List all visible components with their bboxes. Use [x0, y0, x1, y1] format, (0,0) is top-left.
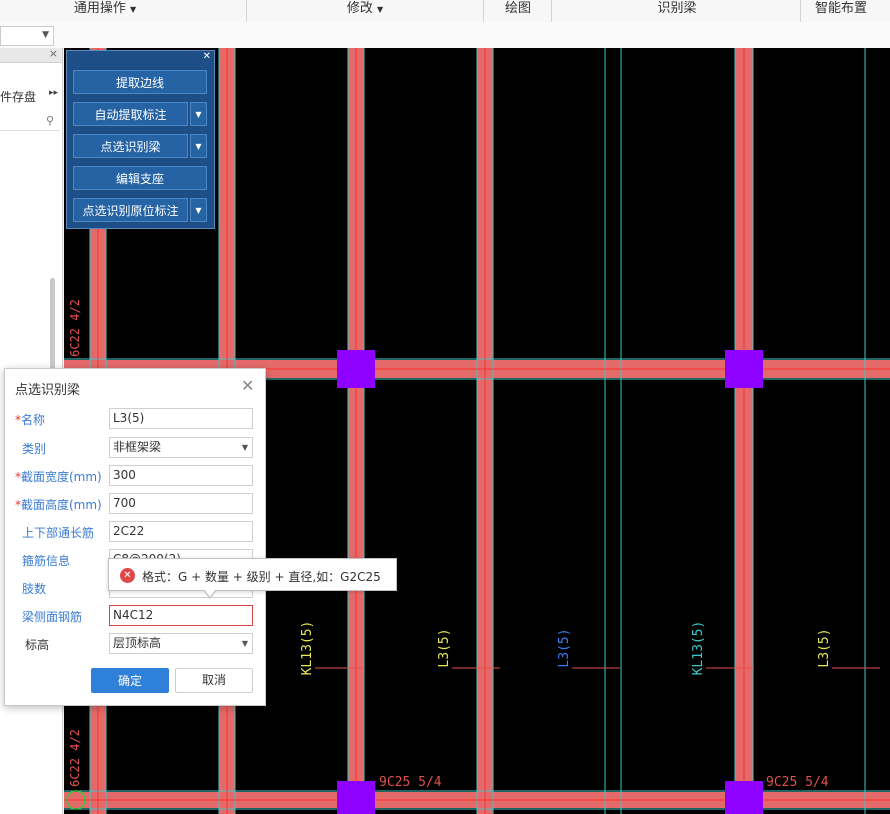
panel-header: × [0, 47, 62, 63]
field-label-text: 截面宽度(mm) [21, 470, 102, 484]
field-label-legs: 肢数 [22, 580, 46, 597]
ok-button[interactable]: 确定 [91, 668, 169, 693]
field-label-continuous-bars: 上下部通长筋 [22, 524, 94, 541]
rebar-annotation: 9C25 5/4 [379, 775, 442, 790]
field-label-text: 名称 [21, 413, 46, 427]
close-icon[interactable]: ✕ [203, 51, 211, 62]
continuous-bars-field[interactable]: 2C22 [109, 521, 253, 542]
close-icon[interactable]: ✕ [241, 376, 254, 395]
left-annotation: 6C22 4/2 [68, 299, 82, 357]
name-field[interactable]: L3(5) [109, 408, 253, 429]
field-label-text: 截面高度(mm) [21, 498, 102, 512]
field-label-name: *名称 [15, 411, 45, 428]
chevron-down-icon: ▼ [241, 639, 248, 648]
tooltip-tail-fill [204, 589, 216, 597]
error-icon: ✕ [120, 568, 135, 583]
field-label-text: 标高 [25, 638, 50, 652]
field-label-section-width: *截面宽度(mm) [15, 468, 102, 485]
beam-label: KL13(5) [300, 621, 315, 676]
pick-recognize-beam-button[interactable]: 点选识别梁 [73, 134, 188, 158]
elevation-value: 层顶标高 [113, 636, 162, 650]
extract-edge-button[interactable]: 提取边线 [73, 70, 207, 94]
chevron-down-icon: ▼ [42, 30, 49, 40]
ribbon-separator [483, 0, 484, 22]
side-bars-field[interactable]: N4C12 [109, 605, 253, 626]
ribbon-bar: 通用操作 ▼ 修改 ▼ 绘图 识别梁 智能布置 [0, 0, 890, 23]
ribbon-group-recognize-beam[interactable]: 识别梁 [640, 0, 714, 22]
field-label-elevation: 标高 [25, 636, 49, 653]
auto-extract-annotation-button[interactable]: 自动提取标注 [73, 102, 188, 126]
elevation-select[interactable]: 层顶标高 ▼ [109, 633, 253, 654]
field-label-text: 肢数 [22, 582, 47, 596]
category-select[interactable]: 非框架梁 ▼ [109, 437, 253, 458]
column [725, 781, 763, 814]
close-icon[interactable]: × [49, 47, 58, 60]
dialog-title: 点选识别梁 [15, 383, 81, 398]
section-width-field[interactable]: 300 [109, 465, 253, 486]
field-label-text: 类别 [22, 442, 47, 456]
ribbon-separator [800, 0, 801, 22]
chevron-down-icon[interactable]: ▼ [190, 198, 207, 222]
validation-tooltip: ✕ 格式：G + 数量 + 级别 + 直径,如：G2C25 [108, 558, 397, 599]
chevron-down-icon: ▼ [241, 443, 248, 452]
secondary-toolbar [0, 22, 890, 49]
tooltip-message: 格式：G + 数量 + 级别 + 直径,如：G2C25 [142, 570, 381, 584]
ribbon-group-smart-layout[interactable]: 智能布置 [806, 0, 876, 22]
search-icon: ⚲ [45, 114, 54, 127]
chevron-down-icon[interactable]: ▼ [190, 134, 207, 158]
ribbon-group-draw[interactable]: 绘图 [496, 0, 540, 22]
ribbon-separator [246, 0, 247, 22]
field-label-text: 梁侧面钢筋 [22, 610, 83, 624]
section-height-field[interactable]: 700 [109, 493, 253, 514]
field-label-text: 上下部通长筋 [22, 526, 95, 540]
beam-label: L3(5) [557, 628, 572, 667]
pick-recognize-inplace-annotation-button[interactable]: 点选识别原位标注 [73, 198, 188, 222]
floor-select[interactable]: ▼ [0, 26, 54, 46]
expand-icon[interactable]: ▸▸ [49, 88, 58, 98]
chevron-down-icon: ▼ [130, 5, 137, 14]
column [337, 781, 375, 814]
ribbon-group-label: 识别梁 [657, 1, 697, 16]
chevron-down-icon: ▼ [377, 5, 384, 14]
column [337, 350, 375, 388]
rebar-annotation: 9C25 5/4 [766, 775, 829, 790]
field-label-text: 箍筋信息 [22, 554, 71, 568]
field-label-category: 类别 [22, 440, 46, 457]
ribbon-group-label: 绘图 [504, 1, 531, 16]
ribbon-group-common-ops[interactable]: 通用操作 ▼ [60, 0, 150, 22]
search-input[interactable]: ⚲ [0, 112, 60, 131]
column [725, 350, 763, 388]
pick-recognize-beam-dialog: 点选识别梁 ✕ *名称 L3(5) 类别 非框架梁 ▼ *截面宽度(mm) 300… [4, 368, 266, 706]
field-label-side-bars: 梁侧面钢筋 [22, 608, 82, 625]
category-value: 非框架梁 [113, 440, 162, 454]
field-label-section-height: *截面高度(mm) [15, 496, 102, 513]
beam-label: L3(5) [437, 628, 452, 667]
ribbon-separator [551, 0, 552, 22]
panel-tab[interactable]: 件存盘 ▸▸ [0, 88, 62, 105]
edit-support-button[interactable]: 编辑支座 [73, 166, 207, 190]
field-label-stirrup: 箍筋信息 [22, 552, 70, 569]
ribbon-group-label: 智能布置 [814, 1, 867, 16]
beam-label: KL13(5) [691, 621, 706, 676]
panel-tab-label: 件存盘 [0, 90, 37, 104]
chevron-down-icon[interactable]: ▼ [190, 102, 207, 126]
beam-label: L3(5) [817, 628, 832, 667]
left-annotation: 6C22 4/2 [68, 729, 82, 787]
ribbon-group-modify[interactable]: 修改 ▼ [330, 0, 400, 22]
recognize-tool-panel: ✕ 提取边线 自动提取标注 ▼ 点选识别梁 ▼ 编辑支座 点选识别原位标注 ▼ [66, 50, 215, 229]
ribbon-group-label: 通用操作 [73, 1, 126, 16]
ribbon-group-label: 修改 [346, 1, 373, 16]
cancel-button[interactable]: 取消 [175, 668, 253, 693]
